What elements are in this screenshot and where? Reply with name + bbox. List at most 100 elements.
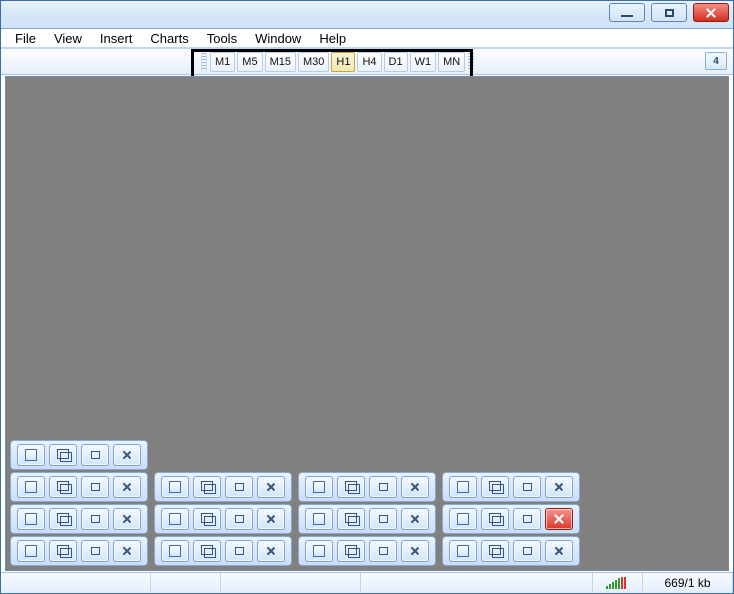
minimized-chart-window[interactable] (154, 536, 292, 566)
child-restore-button[interactable] (49, 476, 77, 498)
toolbar-grip[interactable] (201, 53, 207, 71)
child-close-button[interactable] (257, 508, 285, 530)
menu-tools[interactable]: Tools (199, 29, 245, 48)
child-restore-button[interactable] (337, 508, 365, 530)
child-restore-button[interactable] (481, 508, 509, 530)
child-menu-button[interactable] (305, 540, 333, 562)
menu-insert[interactable]: Insert (92, 29, 141, 48)
child-maximize-button[interactable] (225, 540, 253, 562)
restore-icon (57, 545, 70, 557)
child-maximize-button[interactable] (369, 540, 397, 562)
child-close-button[interactable] (545, 508, 573, 530)
child-menu-button[interactable] (17, 444, 45, 466)
maximize-icon (523, 483, 532, 491)
child-maximize-button[interactable] (513, 476, 541, 498)
maximize-button[interactable] (651, 3, 687, 22)
child-maximize-button[interactable] (81, 508, 109, 530)
menu-file[interactable]: File (7, 29, 44, 48)
child-close-button[interactable] (401, 476, 429, 498)
child-menu-button[interactable] (17, 476, 45, 498)
minimized-chart-window[interactable] (442, 472, 580, 502)
minimized-chart-window[interactable] (10, 536, 148, 566)
child-menu-button[interactable] (17, 508, 45, 530)
child-restore-button[interactable] (337, 540, 365, 562)
period-w1[interactable]: W1 (410, 52, 437, 72)
connection-indicator[interactable] (593, 573, 643, 593)
minimize-button[interactable] (609, 3, 645, 22)
child-close-button[interactable] (113, 508, 141, 530)
period-m1[interactable]: M1 (210, 52, 235, 72)
maximize-icon (379, 483, 388, 491)
menu-bar: File View Insert Charts Tools Window Hel… (1, 29, 733, 49)
child-menu-button[interactable] (449, 476, 477, 498)
document-icon (25, 513, 37, 525)
child-close-button[interactable] (113, 540, 141, 562)
child-menu-button[interactable] (449, 540, 477, 562)
period-d1[interactable]: D1 (384, 52, 408, 72)
chart-count-widget[interactable]: 4 (705, 52, 727, 70)
minimized-chart-window[interactable] (10, 472, 148, 502)
minimized-chart-window[interactable] (298, 536, 436, 566)
maximize-icon (379, 515, 388, 523)
close-button[interactable] (693, 3, 729, 22)
child-maximize-button[interactable] (81, 540, 109, 562)
status-cell-2 (151, 573, 221, 593)
child-restore-button[interactable] (49, 444, 77, 466)
maximize-icon (235, 483, 244, 491)
menu-charts[interactable]: Charts (142, 29, 196, 48)
menu-help[interactable]: Help (311, 29, 354, 48)
child-maximize-button[interactable] (81, 476, 109, 498)
minimized-chart-window[interactable] (154, 472, 292, 502)
minimized-chart-window[interactable] (298, 472, 436, 502)
child-maximize-button[interactable] (513, 508, 541, 530)
child-maximize-button[interactable] (225, 508, 253, 530)
child-restore-button[interactable] (193, 508, 221, 530)
period-m30[interactable]: M30 (298, 52, 329, 72)
child-close-button[interactable] (113, 444, 141, 466)
minimized-chart-window[interactable] (442, 536, 580, 566)
child-close-button[interactable] (257, 476, 285, 498)
close-icon (553, 545, 565, 557)
period-mn[interactable]: MN (438, 52, 465, 72)
child-maximize-button[interactable] (513, 540, 541, 562)
period-h4[interactable]: H4 (357, 52, 381, 72)
menu-window[interactable]: Window (247, 29, 309, 48)
child-close-button[interactable] (113, 476, 141, 498)
period-m5[interactable]: M5 (237, 52, 262, 72)
child-maximize-button[interactable] (369, 508, 397, 530)
child-restore-button[interactable] (481, 476, 509, 498)
minimized-chart-window[interactable] (298, 504, 436, 534)
child-menu-button[interactable] (161, 540, 189, 562)
child-menu-button[interactable] (449, 508, 477, 530)
child-restore-button[interactable] (49, 540, 77, 562)
period-m15[interactable]: M15 (265, 52, 296, 72)
child-menu-button[interactable] (305, 476, 333, 498)
child-restore-button[interactable] (193, 540, 221, 562)
child-close-button[interactable] (257, 540, 285, 562)
child-maximize-button[interactable] (225, 476, 253, 498)
document-icon (457, 545, 469, 557)
menu-view[interactable]: View (46, 29, 90, 48)
child-restore-button[interactable] (193, 476, 221, 498)
child-close-button[interactable] (401, 540, 429, 562)
child-menu-button[interactable] (161, 476, 189, 498)
minimized-chart-window[interactable] (10, 440, 148, 470)
child-menu-button[interactable] (161, 508, 189, 530)
period-h1[interactable]: H1 (331, 52, 355, 72)
child-close-button[interactable] (545, 540, 573, 562)
document-icon (169, 545, 181, 557)
child-restore-button[interactable] (481, 540, 509, 562)
child-maximize-button[interactable] (369, 476, 397, 498)
child-close-button[interactable] (401, 508, 429, 530)
minimized-chart-window[interactable] (10, 504, 148, 534)
minimized-chart-window[interactable] (154, 504, 292, 534)
toolbar-end-grip[interactable] (468, 53, 474, 71)
child-restore-button[interactable] (49, 508, 77, 530)
minimized-chart-window-active[interactable] (442, 504, 580, 534)
child-restore-button[interactable] (337, 476, 365, 498)
child-menu-button[interactable] (17, 540, 45, 562)
signal-bars-icon (606, 577, 626, 589)
child-maximize-button[interactable] (81, 444, 109, 466)
child-close-button[interactable] (545, 476, 573, 498)
child-menu-button[interactable] (305, 508, 333, 530)
